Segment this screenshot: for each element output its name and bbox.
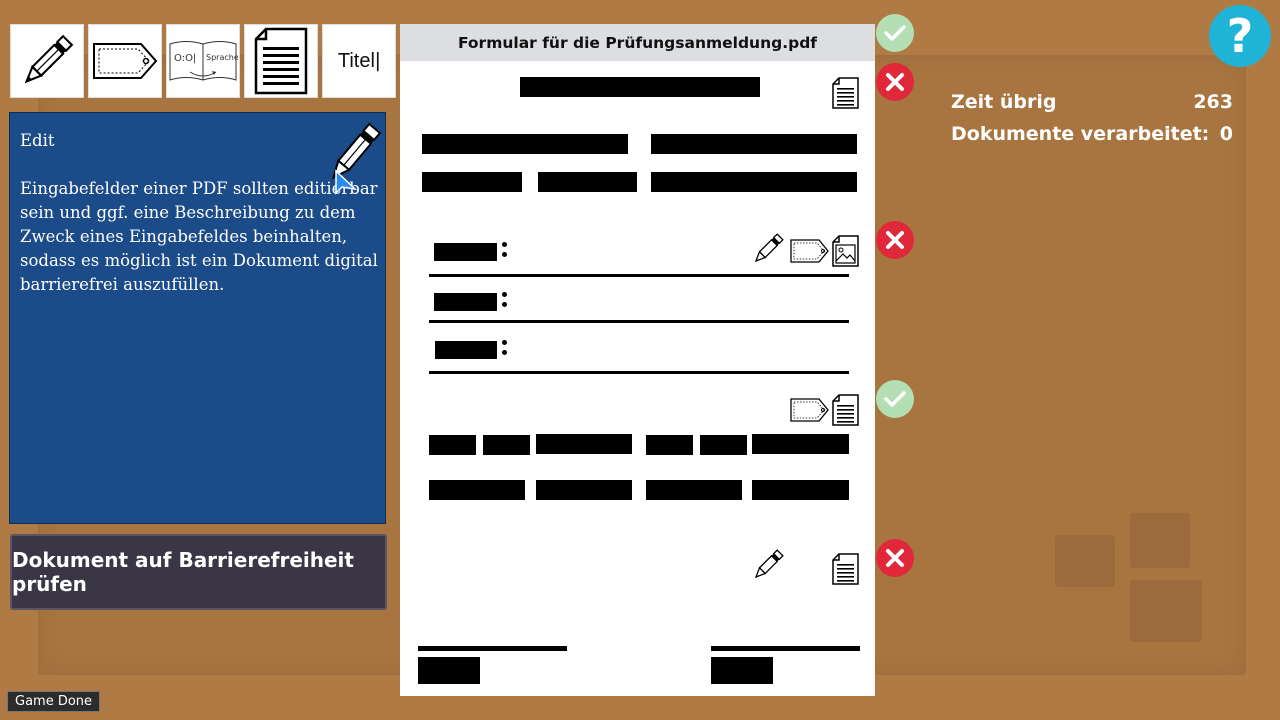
pdf-document: Formular für die Prüfungsanmeldung.pdf	[400, 24, 875, 696]
document-title: Formular für die Prüfungsanmeldung.pdf	[400, 24, 875, 61]
time-label: Zeit übrig	[951, 91, 1057, 113]
redacted-signature-label	[711, 657, 773, 684]
signature-line[interactable]	[711, 646, 860, 651]
redacted-text	[422, 172, 522, 192]
text-cursor-icon: |	[374, 49, 381, 72]
tag-icon[interactable]	[790, 238, 830, 264]
image-document-icon[interactable]	[832, 235, 859, 267]
processed-label: Dokumente verarbeitet:	[951, 123, 1210, 145]
tool-tag-button[interactable]	[88, 24, 162, 98]
help-button[interactable]: ?	[1209, 5, 1271, 67]
documents-processed: Dokumente verarbeitet: 0	[951, 118, 1233, 150]
redacted-cell	[646, 480, 742, 500]
signature-line[interactable]	[418, 646, 567, 651]
processed-value: 0	[1219, 123, 1233, 145]
redacted-signature-label	[418, 657, 480, 684]
desk-decoration	[1130, 513, 1190, 568]
pencil-icon[interactable]	[750, 547, 786, 583]
info-description: Eingabefelder einer PDF sollten editierb…	[20, 179, 378, 294]
tag-icon	[93, 43, 158, 79]
redacted-cell	[483, 435, 530, 455]
svg-text:O:O|: O:O|	[174, 53, 196, 64]
redacted-heading	[520, 77, 760, 97]
tool-title-button[interactable]: Titel |	[322, 24, 396, 98]
tool-language-button[interactable]: O:O| Sprache	[166, 24, 240, 98]
title-icon: Titel	[337, 49, 375, 72]
pencil-icon	[24, 34, 74, 84]
redacted-text	[651, 172, 857, 192]
colon	[502, 292, 507, 307]
redacted-text	[651, 134, 857, 154]
input-field-line[interactable]	[429, 371, 849, 374]
dragged-pencil-icon[interactable]	[322, 119, 388, 195]
status-correct-icon	[876, 380, 914, 418]
language-label: Sprache	[206, 53, 238, 62]
document-icon[interactable]	[832, 394, 859, 426]
tool-bar: O:O| Sprache Titel |	[10, 24, 396, 98]
status-error-icon[interactable]	[876, 539, 914, 577]
redacted-cell	[429, 435, 476, 455]
document-icon[interactable]	[832, 553, 859, 585]
redacted-cell	[752, 480, 849, 500]
desk-decoration	[1055, 535, 1115, 587]
input-field-line[interactable]	[429, 320, 849, 323]
redacted-cell	[700, 435, 747, 455]
status-error-icon[interactable]	[876, 63, 914, 101]
tool-edit-button[interactable]	[10, 24, 84, 98]
field-label	[434, 243, 497, 261]
document-icon[interactable]	[832, 77, 859, 109]
language-icon: O:O| Sprache	[169, 41, 238, 81]
redacted-cell	[646, 435, 693, 455]
redacted-cell	[536, 434, 632, 454]
redacted-cell	[752, 434, 849, 454]
check-accessibility-button[interactable]: Dokument auf Barrierefreiheit prüfen	[10, 534, 387, 610]
pencil-icon[interactable]	[750, 231, 786, 267]
colon	[502, 340, 507, 355]
tool-document-button[interactable]	[244, 24, 318, 98]
time-remaining: Zeit übrig 263	[951, 86, 1233, 118]
game-done-button[interactable]: Game Done	[7, 691, 101, 712]
input-field-line[interactable]	[429, 274, 849, 277]
document-icon	[254, 27, 308, 95]
tag-icon[interactable]	[790, 397, 830, 423]
info-panel: Edit Eingabefelder einer PDF sollten edi…	[9, 112, 386, 524]
status-correct-icon	[876, 14, 914, 52]
redacted-text	[538, 172, 637, 192]
redacted-cell	[429, 480, 525, 500]
redacted-cell	[536, 480, 632, 500]
status-error-icon[interactable]	[876, 221, 914, 259]
field-label	[435, 341, 497, 359]
colon	[502, 242, 507, 257]
field-label	[434, 293, 497, 311]
mouse-cursor-icon	[335, 169, 358, 195]
stats-panel: Zeit übrig 263 Dokumente verarbeitet: 0	[951, 86, 1233, 150]
time-value: 263	[1193, 91, 1233, 113]
desk-decoration	[1130, 580, 1202, 642]
redacted-text	[422, 134, 628, 154]
